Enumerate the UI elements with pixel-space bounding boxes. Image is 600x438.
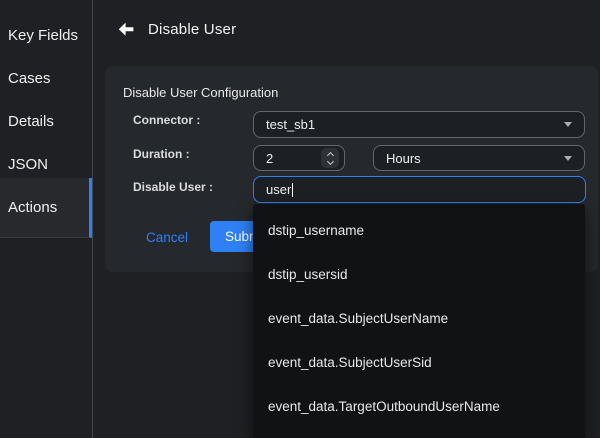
autocomplete-option[interactable]: event_data.SubjectUserSid [253, 340, 585, 384]
autocomplete-option[interactable]: event_data.SubjectUserName [253, 296, 585, 340]
text-cursor [292, 183, 293, 197]
disable-user-value: user [266, 182, 291, 197]
sidebar-item[interactable]: Cases [0, 57, 92, 100]
sidebar-item[interactable]: Key Fields [0, 14, 92, 57]
sidebar-item-label: Key Fields [8, 27, 78, 44]
back-icon [118, 22, 134, 37]
sidebar-item[interactable]: Details [0, 100, 92, 143]
chevron-down-icon [326, 158, 333, 165]
duration-value: 2 [266, 151, 273, 166]
autocomplete-option-label: event_data.TargetOutboundUserName [268, 399, 500, 414]
config-heading: Disable User Configuration [123, 85, 278, 100]
autocomplete-option[interactable]: dstip_username [253, 208, 585, 252]
sidebar-item-label: Details [8, 113, 54, 130]
autocomplete-option[interactable]: dstip_usersid [253, 252, 585, 296]
autocomplete-option-label: event_data.SubjectUserSid [268, 355, 432, 370]
disable-user-input[interactable]: user [253, 176, 586, 203]
sidebar-item-label: JSON [8, 156, 48, 173]
chevron-down-icon [564, 156, 572, 161]
sidebar-item-label: Cases [8, 70, 51, 87]
autocomplete-option-label: dstip_usersid [268, 267, 348, 282]
connector-label: Connector : [133, 113, 200, 127]
disable-user-label: Disable User : [133, 180, 213, 194]
sidebar-item-label: Actions [8, 199, 57, 216]
back-button[interactable] [118, 22, 134, 37]
page-title: Disable User [148, 21, 236, 38]
duration-label: Duration : [133, 147, 190, 161]
connector-select[interactable]: test_sb1 [253, 111, 585, 138]
autocomplete-option[interactable]: event_data.TargetOutboundUserName [253, 384, 585, 428]
autocomplete-option-label: event_data.SubjectUserName [268, 311, 448, 326]
duration-unit-select[interactable]: Hours [373, 145, 585, 171]
sidebar: Key Fields Cases Details JSON Actions [0, 0, 93, 438]
cancel-button[interactable]: Cancel [146, 230, 188, 245]
duration-stepper[interactable] [321, 148, 339, 168]
autocomplete-option-label: dstip_username [268, 223, 364, 238]
page-header: Disable User [94, 0, 600, 38]
duration-unit-value: Hours [386, 151, 421, 166]
connector-value: test_sb1 [266, 117, 315, 132]
autocomplete-dropdown: dstip_username dstip_usersid event_data.… [253, 204, 585, 438]
chevron-down-icon [564, 122, 572, 127]
duration-input[interactable]: 2 [253, 145, 345, 171]
sidebar-item[interactable]: Actions [0, 178, 92, 238]
